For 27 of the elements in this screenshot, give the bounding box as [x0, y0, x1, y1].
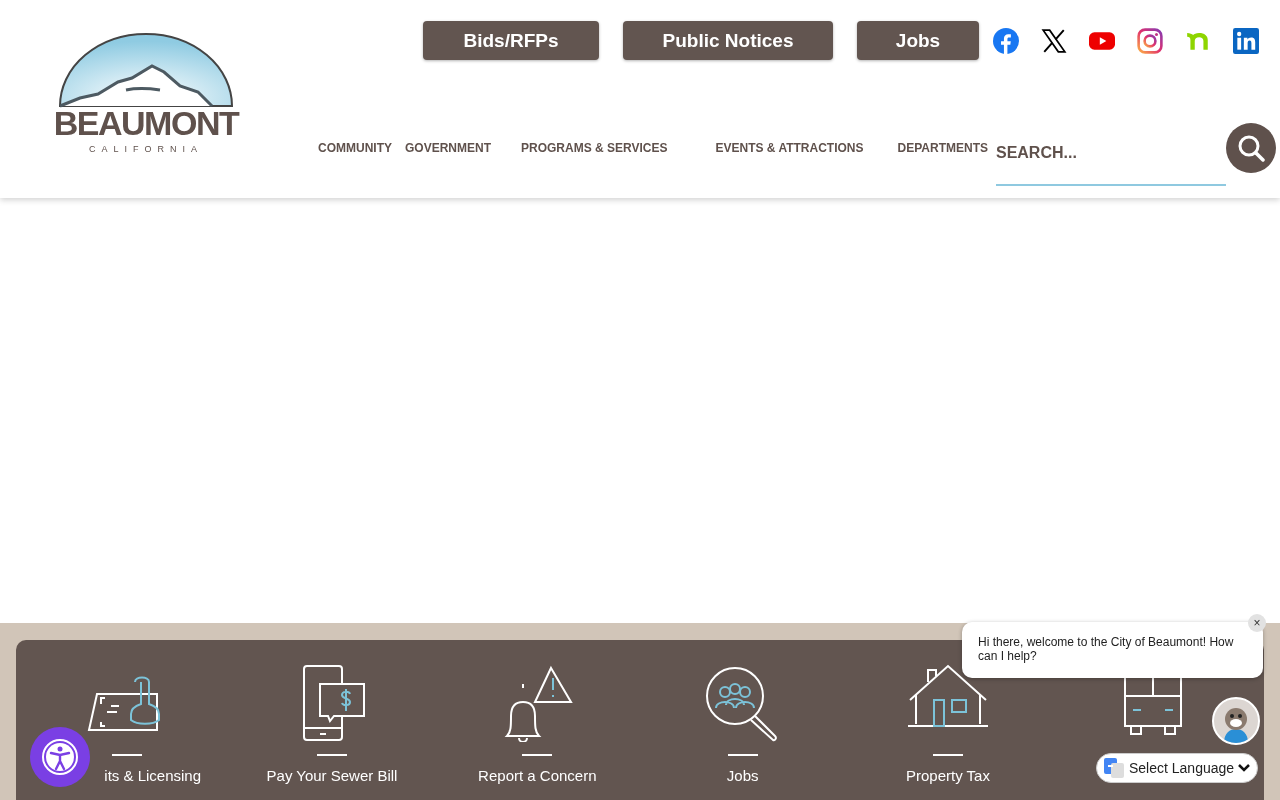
accessibility-icon: [41, 738, 79, 776]
nav-menu-item[interactable]: GOVERNMENT: [405, 141, 491, 155]
mountain-logo[interactable]: [58, 32, 234, 108]
linkedin-icon[interactable]: [1233, 27, 1259, 54]
quick-link-label[interactable]: its & Licensing: [104, 767, 201, 784]
search-button[interactable]: [1225, 123, 1276, 173]
quick-link-label[interactable]: Pay Your Sewer Bill: [266, 767, 398, 784]
search-icon: [1236, 134, 1265, 162]
logo-subtitle: CALIFORNIA: [89, 144, 203, 154]
top-link-button[interactable]: Bids/RFPs: [423, 21, 599, 60]
x-icon[interactable]: [1041, 27, 1067, 54]
chevron-down-icon: [1238, 763, 1251, 773]
instagram-icon[interactable]: [1137, 27, 1163, 54]
nav-menu-item[interactable]: COMMUNITY: [318, 141, 392, 155]
quick-link-label[interactable]: Report a Concern: [478, 767, 597, 784]
nav-menu-item[interactable]: EVENTS & ATTRACTIONS: [715, 141, 864, 155]
facebook-icon[interactable]: [993, 27, 1019, 54]
nav-menu-item[interactable]: DEPARTMENTS: [897, 141, 988, 155]
top-link-button[interactable]: Jobs: [857, 21, 979, 60]
language-select[interactable]: Select Language: [1096, 753, 1258, 783]
quick-link-label[interactable]: Jobs: [726, 767, 759, 784]
nav-menu-item[interactable]: PROGRAMS & SERVICES: [521, 141, 668, 155]
translate-icon: [1103, 757, 1125, 779]
top-link-button[interactable]: Public Notices: [623, 21, 833, 60]
quick-link-label[interactable]: Property Tax: [906, 767, 990, 784]
logo-wordmark: BEAUMONT: [53, 104, 239, 142]
search-field[interactable]: SEARCH...: [995, 122, 1226, 186]
